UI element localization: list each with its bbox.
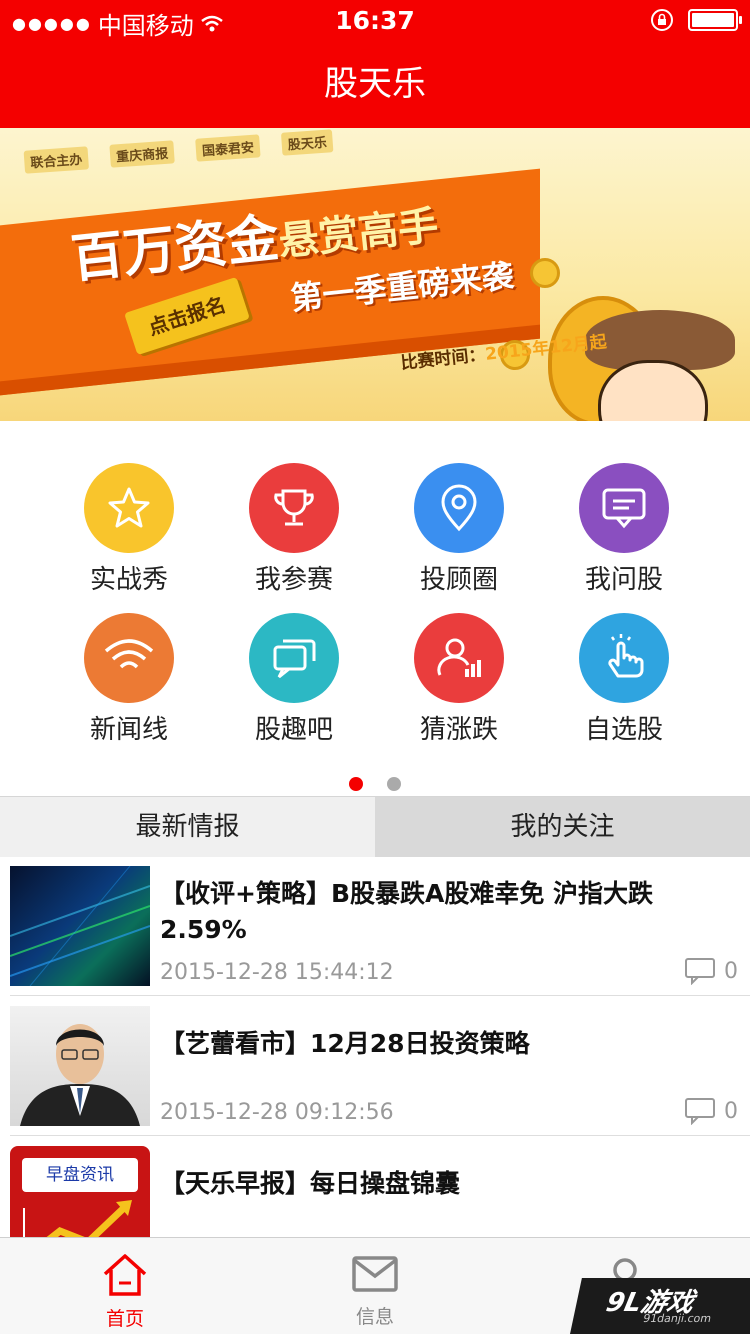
grid-item-shizhanxiu[interactable]: 实战秀 <box>54 463 204 603</box>
grid-item-label: 投顾圈 <box>419 565 498 595</box>
grid-item-label: 我参赛 <box>254 565 333 595</box>
site-watermark: 9L游戏 91danji.com <box>570 1278 750 1334</box>
trophy-icon <box>249 463 339 553</box>
tab-home[interactable]: 首页 <box>0 1238 250 1334</box>
message-icon <box>579 463 669 553</box>
grid-item-guquba[interactable]: 股趣吧 <box>219 613 369 753</box>
sponsor-label: 重庆商报 <box>109 140 175 168</box>
wifi-icon <box>84 613 174 703</box>
grid-item-tougu[interactable]: 投顾圈 <box>384 463 534 603</box>
news-title: 【艺蕾看市】12月28日投资策略 <box>160 1029 530 1058</box>
chat-bubbles-icon <box>249 613 339 703</box>
news-item[interactable]: 【收评+策略】B股暴跌A股难幸免 沪指大跌2.59% 2015-12-28 15… <box>10 856 750 996</box>
grid-item-label: 我问股 <box>584 565 663 595</box>
home-icon <box>103 1254 147 1296</box>
tab-my-following[interactable]: 我的关注 <box>375 797 750 857</box>
page-dot[interactable] <box>387 777 401 791</box>
news-item[interactable]: 【艺蕾看市】12月28日投资策略 2015-12-28 09:12:56 0 <box>10 996 750 1136</box>
sponsor-list: 联合主办 重庆商报 国泰君安 股天乐 <box>23 129 334 174</box>
banner-headline-small: 悬赏高手 <box>276 202 441 266</box>
tap-hand-icon <box>579 613 669 703</box>
news-thumbnail-portrait <box>10 1006 150 1126</box>
grid-item-label: 新闻线 <box>89 715 168 745</box>
status-bar: ●●●●● 中国移动 16:37 <box>0 0 750 40</box>
tab-messages[interactable]: 信息 <box>250 1238 500 1334</box>
nav-bar: 股天乐 <box>0 40 750 128</box>
sponsor-label: 股天乐 <box>280 129 334 156</box>
tab-messages-label: 信息 <box>355 1306 394 1328</box>
feature-grid: 实战秀 我参赛 投顾圈 我问股 新闻线 股趣吧 猜涨跌 自选股 <box>0 421 750 796</box>
grid-item-wowengu[interactable]: 我问股 <box>549 463 699 603</box>
comment-count-value: 0 <box>724 1098 738 1124</box>
grid-item-label: 股趣吧 <box>254 715 333 745</box>
grid-item-label: 猜涨跌 <box>419 715 498 745</box>
comment-count-value: 0 <box>724 958 738 984</box>
page-dot-active[interactable] <box>349 777 363 791</box>
grid-item-label: 自选股 <box>584 715 663 745</box>
news-list: 【收评+策略】B股暴跌A股难幸免 沪指大跌2.59% 2015-12-28 15… <box>0 856 750 1276</box>
star-icon <box>84 463 174 553</box>
watermark-sub: 91danji.com <box>641 1312 713 1325</box>
location-pin-icon <box>414 463 504 553</box>
news-tabs: 最新情报 我的关注 <box>0 796 750 857</box>
news-time: 2015-12-28 15:44:12 <box>160 960 394 985</box>
grid-item-caizhangdie[interactable]: 猜涨跌 <box>384 613 534 753</box>
news-title: 【收评+策略】B股暴跌A股难幸免 沪指大跌2.59% <box>160 879 654 944</box>
grid-item-zixuangu[interactable]: 自选股 <box>549 613 699 753</box>
sponsor-label: 国泰君安 <box>195 134 261 162</box>
news-time: 2015-12-28 09:12:56 <box>160 1100 394 1125</box>
news-title: 【天乐早报】每日操盘锦囊 <box>160 1169 461 1198</box>
status-right <box>650 8 742 32</box>
comment-icon <box>685 1098 715 1125</box>
grid-item-label: 实战秀 <box>89 565 168 595</box>
page-title: 股天乐 <box>324 64 426 104</box>
tab-home-label: 首页 <box>105 1308 144 1330</box>
grid-item-wocansai[interactable]: 我参赛 <box>219 463 369 603</box>
coin-icon <box>530 258 560 288</box>
comment-count[interactable]: 0 <box>684 957 738 985</box>
page-indicator <box>0 777 750 791</box>
battery-icon <box>688 9 742 31</box>
envelope-icon <box>352 1256 398 1292</box>
news-thumbnail-stock-board <box>10 866 150 986</box>
comment-icon <box>685 958 715 985</box>
sponsor-label: 联合主办 <box>23 146 90 174</box>
app-screen: ●●●●● 中国移动 16:37 股天乐 联合主办 重庆商报 国泰君安 股天乐 … <box>0 0 750 1334</box>
rotation-lock-icon <box>651 9 673 31</box>
grid-item-xinwenxian[interactable]: 新闻线 <box>54 613 204 753</box>
tab-latest-intel[interactable]: 最新情报 <box>0 797 375 857</box>
status-time: 16:37 <box>335 6 415 35</box>
comment-count[interactable]: 0 <box>684 1097 738 1125</box>
user-chart-icon <box>414 613 504 703</box>
